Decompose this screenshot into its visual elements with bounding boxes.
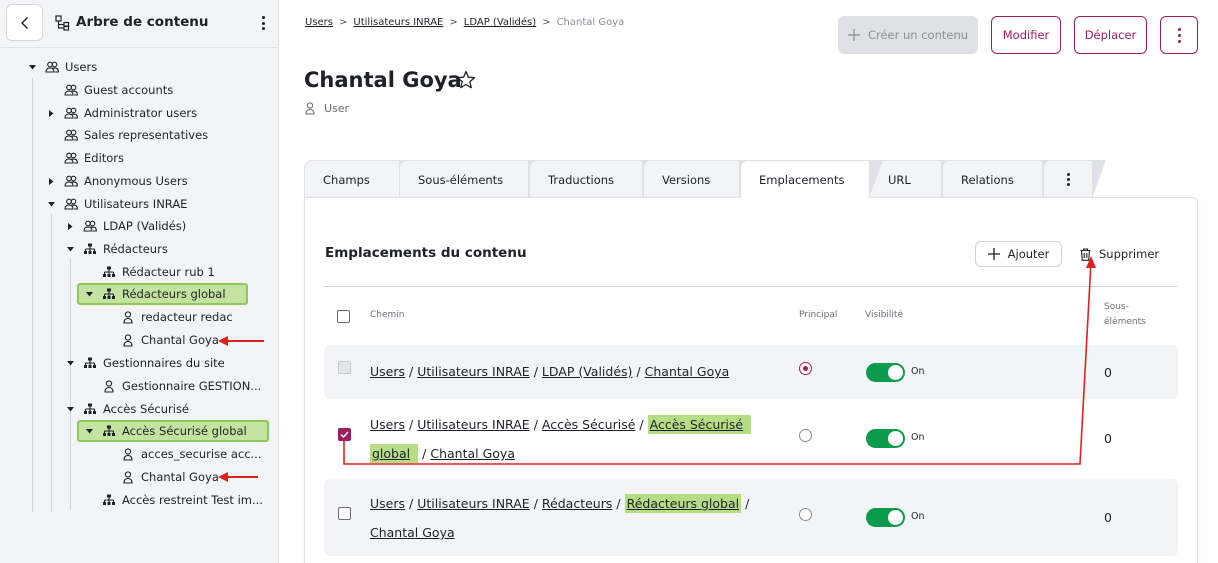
tab-emplacements[interactable]: Emplacements	[740, 160, 883, 198]
annotation-connector	[343, 256, 1096, 465]
